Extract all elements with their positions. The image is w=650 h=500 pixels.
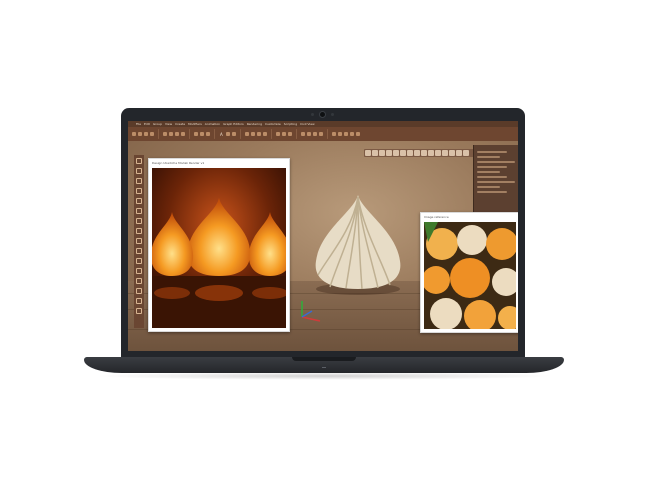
panel-row [477, 166, 508, 168]
panel-row [477, 191, 508, 193]
ribbon-separator [214, 129, 215, 139]
ribbon-button[interactable] [225, 132, 230, 136]
tool-icon[interactable] [136, 248, 142, 254]
ribbon-button[interactable] [181, 132, 185, 136]
ribbon-button[interactable] [287, 132, 292, 136]
ribbon-button[interactable] [312, 132, 317, 136]
ribbon-button[interactable] [250, 132, 255, 136]
viewport-tool-button[interactable] [379, 150, 385, 156]
ribbon-button[interactable] [262, 132, 267, 136]
viewport-tool-button[interactable] [463, 150, 469, 156]
viewport-tool-button[interactable] [421, 150, 427, 156]
viewport-tool-button[interactable] [400, 150, 406, 156]
viewport-tool-button[interactable] [456, 150, 462, 156]
ribbon-separator [189, 129, 190, 139]
window-title: Image reference [424, 215, 449, 219]
ribbon-button[interactable] [206, 132, 210, 136]
reference-image-window[interactable]: Image reference [420, 212, 518, 333]
panel-row [477, 171, 500, 173]
viewport-tool-button[interactable] [442, 150, 448, 156]
ribbon-button[interactable] [138, 132, 142, 136]
tool-icon[interactable] [136, 168, 142, 174]
panel-row [477, 161, 515, 163]
ribbon-separator [295, 129, 297, 139]
status-led [322, 367, 326, 368]
viewport-tool-button[interactable] [407, 150, 413, 156]
ribbon-button[interactable] [300, 132, 305, 136]
ribbon-button[interactable] [331, 132, 336, 136]
viewport-tool-button[interactable] [365, 150, 371, 156]
tool-icon[interactable] [136, 188, 142, 194]
axis-gizmo-icon [301, 301, 321, 322]
text-tool-label[interactable]: A [220, 132, 223, 137]
laptop-shadow [94, 372, 554, 380]
properties-panel[interactable] [473, 145, 518, 215]
ribbon-toolbar: A [128, 127, 518, 141]
tool-icon[interactable] [136, 218, 142, 224]
ribbon-button[interactable] [306, 132, 311, 136]
ribbon-button[interactable] [194, 132, 198, 136]
lid-opening-notch [292, 357, 356, 361]
tool-icon[interactable] [136, 278, 142, 284]
viewport-tool-button[interactable] [435, 150, 441, 156]
render-preview-window[interactable]: Design Ukadiche Modak Render v1 [148, 158, 290, 332]
ribbon-button[interactable] [144, 132, 148, 136]
viewport-tool-button[interactable] [393, 150, 399, 156]
ribbon-separator [326, 129, 328, 139]
ribbon-button[interactable] [281, 132, 286, 136]
laptop-lid: File Edit Group View Create Modifiers An… [121, 108, 525, 360]
ribbon-separator [239, 129, 241, 139]
ribbon-button[interactable] [244, 132, 249, 136]
viewport-toolbar [364, 149, 476, 157]
modak-3d-model[interactable] [308, 191, 408, 296]
viewport-tool-button[interactable] [428, 150, 434, 156]
window-title: Design Ukadiche Modak Render v1 [152, 161, 205, 165]
tool-icon[interactable] [136, 288, 142, 294]
tool-icon[interactable] [136, 158, 142, 164]
ribbon-button[interactable] [337, 132, 342, 136]
viewport-tool-button[interactable] [449, 150, 455, 156]
tool-icon[interactable] [136, 228, 142, 234]
viewport-tool-button[interactable] [414, 150, 420, 156]
ribbon-button[interactable] [256, 132, 261, 136]
viewport-tool-button[interactable] [372, 150, 378, 156]
ribbon-button[interactable] [349, 132, 354, 136]
ribbon-button[interactable] [150, 132, 154, 136]
ribbon-button[interactable] [231, 132, 236, 136]
panel-row [477, 186, 500, 188]
sensor-dot [311, 113, 314, 116]
reference-image [424, 222, 516, 329]
render-image [152, 168, 286, 328]
tool-icon[interactable] [136, 198, 142, 204]
panel-row [477, 181, 515, 183]
laptop-base [84, 357, 564, 373]
ribbon-button[interactable] [343, 132, 348, 136]
ribbon-button[interactable] [169, 132, 173, 136]
panel-row [477, 176, 508, 178]
ribbon-separator [158, 129, 159, 139]
panel-row [477, 156, 500, 158]
left-toolbox [134, 155, 144, 328]
tool-icon[interactable] [136, 208, 142, 214]
tool-icon[interactable] [136, 258, 142, 264]
ribbon-button[interactable] [355, 132, 360, 136]
tool-icon[interactable] [136, 298, 142, 304]
ribbon-button[interactable] [318, 132, 323, 136]
ribbon-button[interactable] [275, 132, 280, 136]
ribbon-separator [270, 129, 272, 139]
ribbon-button[interactable] [132, 132, 136, 136]
sensor-dot [331, 113, 334, 116]
tool-icon[interactable] [136, 178, 142, 184]
ribbon-button[interactable] [163, 132, 167, 136]
ribbon-button[interactable] [200, 132, 204, 136]
viewport-tool-button[interactable] [386, 150, 392, 156]
tool-icon[interactable] [136, 308, 142, 314]
tool-icon[interactable] [136, 268, 142, 274]
ribbon-button[interactable] [175, 132, 179, 136]
panel-row [477, 151, 508, 153]
app-screen: File Edit Group View Create Modifiers An… [128, 121, 518, 351]
webcam-icon [320, 112, 325, 117]
tool-icon[interactable] [136, 238, 142, 244]
